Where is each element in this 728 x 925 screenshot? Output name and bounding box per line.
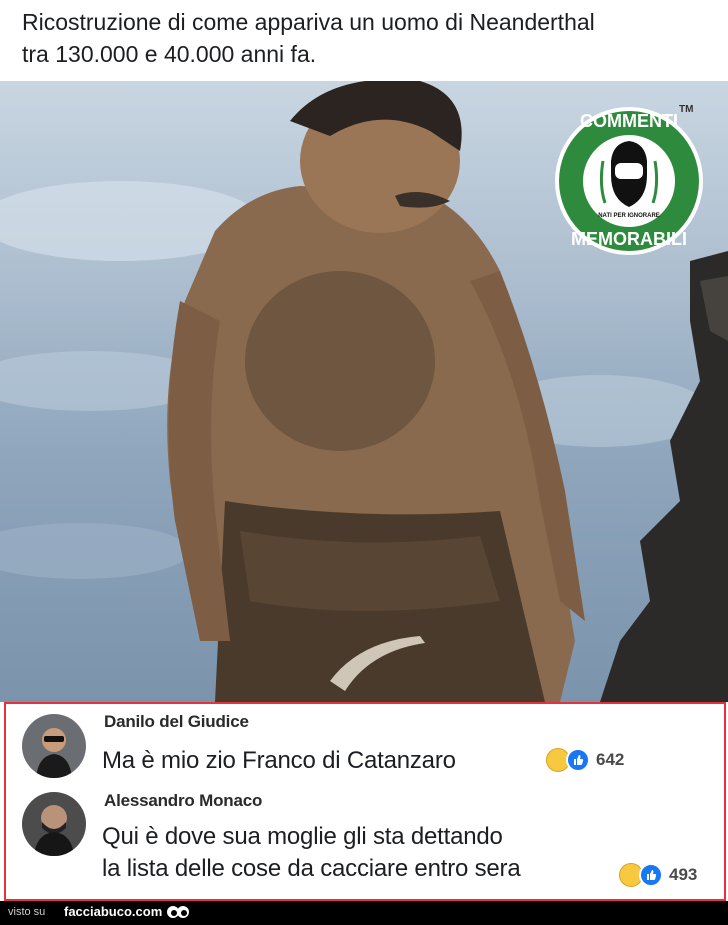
post-caption: Ricostruzione di come appariva un uomo d… (22, 6, 712, 70)
reaction-count: 642 (596, 750, 625, 769)
comment-text-line: la lista delle cose da cacciare entro se… (102, 855, 521, 882)
reactions-summary[interactable]: 493 (619, 863, 697, 887)
commenti-memorabili-logo: COMMENTI MEMORABILI NATI PER IGNORARE (553, 95, 705, 271)
trademark-mark: TM (679, 104, 694, 115)
comment-item: Alessandro Monaco Qui è dove sua moglie … (6, 788, 724, 900)
reactions-summary[interactable]: 642 (546, 748, 624, 772)
caption-line-2: tra 130.000 e 40.000 anni fa. (22, 41, 317, 67)
comment-author[interactable]: Danilo del Giudice (104, 712, 249, 732)
badge-bottom-text: MEMORABILI (571, 229, 687, 249)
comment-author[interactable]: Alessandro Monaco (104, 791, 262, 811)
footer-label: visto su (8, 906, 46, 918)
eyes-logo-icon (166, 904, 190, 925)
caption-line-1: Ricostruzione di come appariva un uomo d… (22, 9, 595, 35)
footer-site-link[interactable]: facciabuco.com (64, 904, 162, 919)
comment-text-line: Ma è mio zio Franco di Catanzaro (102, 747, 456, 774)
badge-small-text: NATI PER IGNORARE (598, 213, 660, 219)
like-icon (566, 748, 590, 772)
comment-text-line: Qui è dove sua moglie gli sta dettando (102, 823, 503, 850)
badge-top-text: COMMENTI (580, 111, 678, 131)
comment-item: Danilo del Giudice Ma è mio zio Franco d… (6, 708, 724, 788)
highlighted-comments-box: Danilo del Giudice Ma è mio zio Franco d… (4, 702, 726, 901)
like-icon (639, 863, 663, 887)
comment-text: Qui è dove sua moglie gli sta dettando l… (102, 821, 521, 885)
avatar[interactable] (22, 792, 86, 856)
reaction-count: 493 (669, 865, 698, 884)
watermark-footer: visto su facciabuco.com (0, 901, 728, 925)
avatar[interactable] (22, 714, 86, 778)
comment-text: Ma è mio zio Franco di Catanzaro (102, 745, 456, 777)
